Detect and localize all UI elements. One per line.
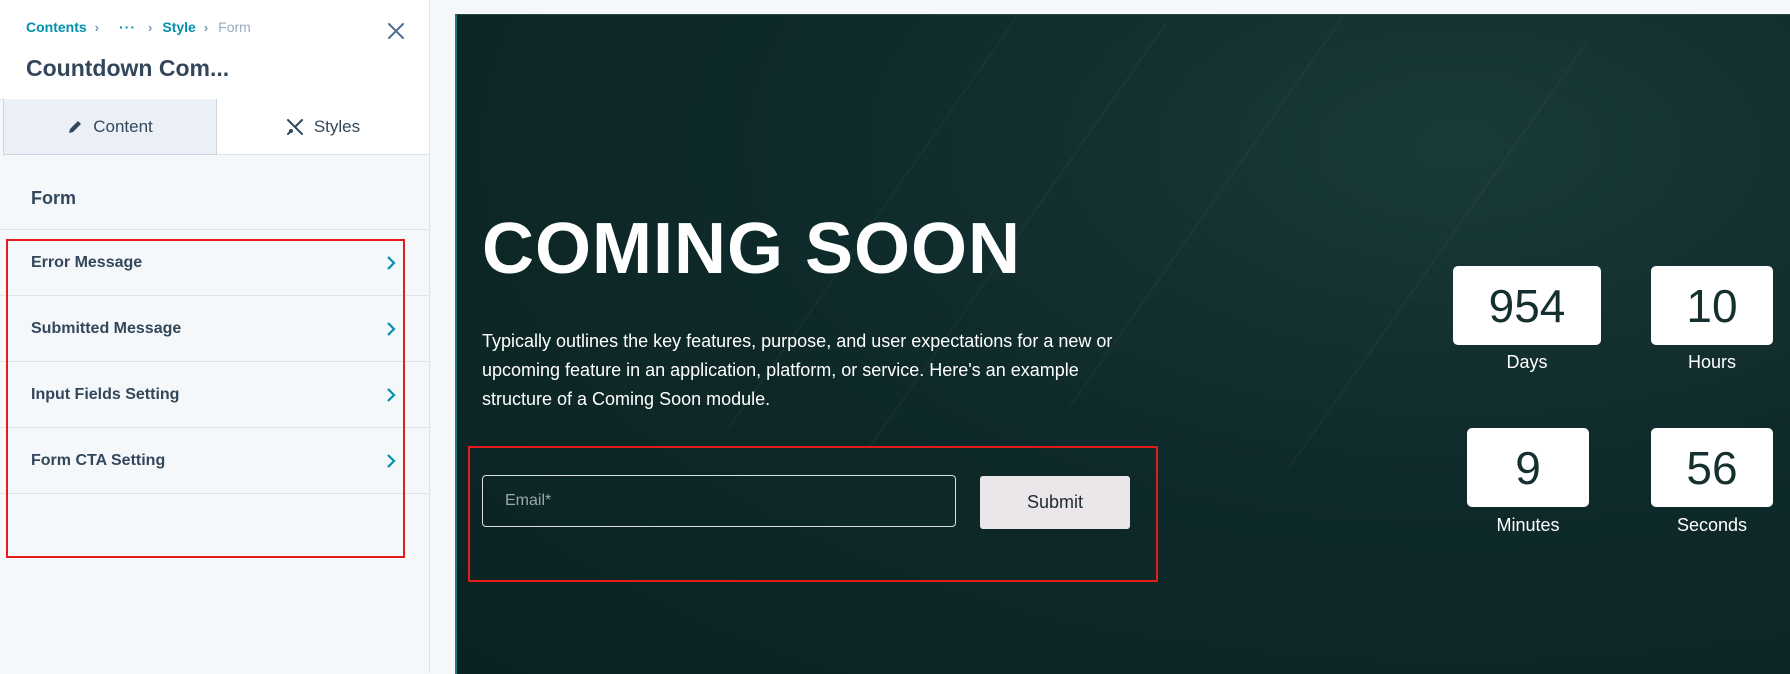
tab-label: Content [93,116,153,136]
panel-title: Countdown Com... [26,55,230,81]
menu-item-label: Input Fields Setting [31,385,180,403]
countdown-days-value: 954 [1453,266,1601,345]
preview-description: Typically outlines the key features, pur… [482,331,1113,409]
menu-item-submitted-message[interactable]: Submitted Message [0,296,429,362]
menu-item-label: Form CTA Setting [31,451,166,469]
sidebar-panel: Contents › ··· › Style › Form Countdown … [0,0,430,673]
settings-menu: Error Message Submitted Message Input Fi… [0,230,429,494]
submit-button[interactable]: Submit [980,476,1130,529]
countdown-minutes-label: Minutes [1496,515,1560,535]
chevron-right-icon: › [94,19,100,35]
email-input[interactable] [482,475,956,527]
menu-item-form-cta-setting[interactable]: Form CTA Setting [0,428,429,494]
chevron-right-icon [387,255,396,270]
breadcrumb-form: Form [218,19,251,35]
countdown-hours-label: Hours [1687,352,1736,372]
tab-bar: Content Styles [3,99,429,155]
breadcrumb-style[interactable]: Style [162,19,195,35]
countdown-days-label: Days [1506,352,1548,372]
breadcrumb: Contents › ··· › Style › Form [26,19,251,35]
chevron-right-icon [387,453,396,468]
breadcrumb-contents[interactable]: Contents [26,19,87,35]
preview-heading: COMING SOON [482,209,1022,289]
chevron-right-icon [387,387,396,402]
menu-item-label: Submitted Message [31,319,182,337]
menu-item-label: Error Message [31,253,143,271]
pencil-icon [69,120,82,133]
menu-item-error-message[interactable]: Error Message [0,230,429,296]
close-icon[interactable] [384,19,408,43]
chevron-right-icon [387,321,396,336]
countdown-hours-value: 10 [1651,266,1773,345]
module-preview: COMING SOON Typically outlines the key f… [455,14,1790,674]
chevron-right-icon: › [148,19,153,35]
countdown-minutes-value: 9 [1467,428,1589,507]
breadcrumb-more[interactable]: ··· [119,19,136,35]
chevron-right-icon: › [203,19,209,35]
tab-content[interactable]: Content [3,99,217,155]
section-title: Form [31,188,76,208]
background-texture [1288,41,1588,468]
tab-label: Styles [313,116,361,136]
panel-header: Contents › ··· › Style › Form Countdown … [0,0,429,100]
menu-item-input-fields-setting[interactable]: Input Fields Setting [0,362,429,428]
countdown-seconds-value: 56 [1651,428,1773,507]
brush-icon [286,118,303,135]
tab-styles[interactable]: Styles [217,99,429,155]
countdown-seconds-label: Seconds [1676,515,1748,535]
